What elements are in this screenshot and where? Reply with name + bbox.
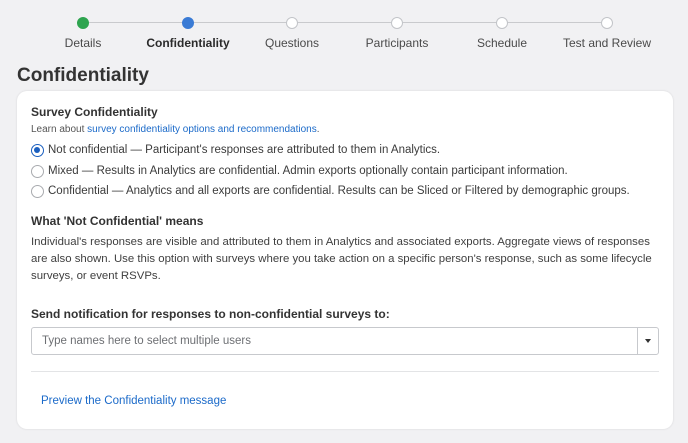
- step-questions-label[interactable]: Questions: [265, 36, 319, 50]
- option-confidential[interactable]: Confidential — Analytics and all exports…: [31, 183, 630, 199]
- option-not-confidential-label[interactable]: Not confidential — Participant's respons…: [48, 144, 440, 156]
- chevron-down-icon[interactable]: [637, 328, 658, 354]
- option-mixed[interactable]: Mixed — Results in Analytics are confide…: [31, 163, 568, 179]
- step-connector: [194, 22, 286, 23]
- step-participants-dot[interactable]: [391, 17, 403, 29]
- option-confidential-label[interactable]: Confidential — Analytics and all exports…: [48, 185, 630, 197]
- learn-more-suffix: .: [316, 124, 320, 135]
- step-questions-dot[interactable]: [286, 17, 298, 29]
- step-test-review-label[interactable]: Test and Review: [563, 36, 651, 50]
- step-connector: [508, 22, 601, 23]
- step-test-review-dot[interactable]: [601, 17, 613, 29]
- progress-stepper: Details Confidentiality Questions Partic…: [0, 0, 688, 60]
- notification-user-select[interactable]: [31, 327, 659, 355]
- radio-mixed[interactable]: [31, 164, 44, 178]
- confidentiality-card: Survey Confidentiality Learn about surve…: [17, 91, 673, 429]
- step-connector: [403, 22, 496, 23]
- survey-confidentiality-heading: Survey Confidentiality: [31, 105, 158, 119]
- meaning-heading: What 'Not Confidential' means: [31, 214, 204, 228]
- step-schedule-label[interactable]: Schedule: [477, 36, 527, 50]
- learn-more-text: Learn about survey confidentiality optio…: [31, 124, 320, 135]
- step-confidentiality-dot[interactable]: [182, 17, 194, 29]
- page-title: Confidentiality: [17, 65, 149, 86]
- learn-more-link[interactable]: survey confidentiality options and recom…: [87, 124, 317, 135]
- step-participants-label[interactable]: Participants: [366, 36, 429, 50]
- preview-confidentiality-link[interactable]: Preview the Confidentiality message: [41, 395, 226, 407]
- learn-more-prefix: Learn about: [31, 124, 88, 135]
- notification-user-input[interactable]: [32, 328, 638, 354]
- radio-not-confidential[interactable]: [31, 143, 44, 157]
- notification-heading: Send notification for responses to non-c…: [31, 307, 390, 321]
- radio-confidential[interactable]: [31, 184, 44, 198]
- step-connector: [298, 22, 391, 23]
- meaning-description: Individual's responses are visible and a…: [31, 236, 652, 282]
- step-details-label[interactable]: Details: [65, 36, 102, 50]
- option-not-confidential[interactable]: Not confidential — Participant's respons…: [31, 142, 440, 158]
- step-connector: [89, 22, 182, 23]
- option-mixed-label[interactable]: Mixed — Results in Analytics are confide…: [48, 165, 568, 177]
- step-confidentiality-label[interactable]: Confidentiality: [146, 36, 229, 50]
- step-details-dot[interactable]: [77, 17, 89, 29]
- step-schedule-dot[interactable]: [496, 17, 508, 29]
- divider: [31, 371, 659, 372]
